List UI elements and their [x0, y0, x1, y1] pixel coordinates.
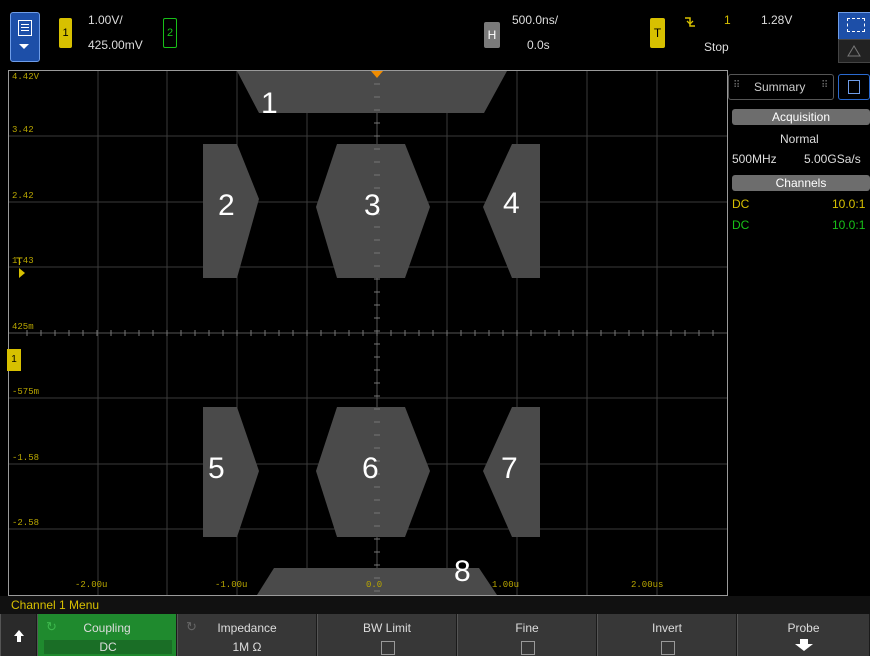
x-label: 2.00us	[631, 580, 664, 590]
info-panel: ⠿ Summary ⠿ Acquisition Normal 500MHz 5.…	[728, 70, 870, 594]
y-label: 4.42V	[12, 72, 40, 82]
trigger-level[interactable]: 1.28V	[761, 13, 792, 27]
horizontal-badge[interactable]: H	[484, 22, 500, 48]
zoom-box-icon	[847, 18, 865, 32]
softkey-impedance-value: 1M Ω	[232, 640, 262, 654]
trigger-badge[interactable]: T	[650, 18, 665, 48]
channel1-probe-ratio: 10.0:1	[832, 197, 866, 211]
drag-grip-icon: ⠿	[821, 80, 829, 91]
softkey-fine-label: Fine	[515, 621, 539, 635]
arrow-down-icon	[795, 639, 813, 651]
measure-delta-button[interactable]	[838, 39, 870, 63]
shape-label-8: 8	[454, 555, 471, 588]
trigger-level-arrow	[19, 268, 25, 278]
tab-menu[interactable]	[838, 74, 870, 100]
softkey-invert-label: Invert	[651, 621, 682, 635]
channel1-ground-marker[interactable]: 1	[7, 349, 21, 371]
waveform-display[interactable]: 1 2 3 4 5 6 7 8 4.42V 3.42 2.42 1.43 425…	[8, 70, 728, 596]
chevron-down-icon	[19, 44, 29, 49]
acquisition-header: Acquisition	[732, 109, 870, 125]
delta-icon	[847, 45, 861, 57]
arrow-up-icon	[14, 630, 24, 642]
shape-label-4: 4	[503, 187, 520, 220]
x-label: 0.0	[366, 580, 383, 590]
trigger-source[interactable]: 1	[724, 13, 731, 27]
x-label: -1.00u	[215, 580, 248, 590]
acquisition-sample-rate: 5.00GSa/s	[804, 152, 861, 166]
fine-checkbox[interactable]	[521, 641, 535, 655]
channel1-badge[interactable]: 1	[59, 18, 72, 48]
tab-summary-label: Summary	[754, 80, 806, 94]
bw-limit-checkbox[interactable]	[381, 641, 395, 655]
softkey-coupling[interactable]: ↻ Coupling DC	[37, 614, 177, 656]
y-label: -575m	[12, 387, 40, 397]
top-status-bar: 1 1.00V/ 425.00mV 2 H 500.0ns/ 0.0s T 1 …	[0, 0, 870, 68]
y-label: 425m	[12, 322, 34, 332]
time-delay[interactable]: 0.0s	[527, 38, 550, 52]
channel1-coupling: DC	[732, 197, 750, 211]
softkey-invert[interactable]: Invert	[597, 614, 737, 656]
softkey-bw-limit[interactable]: BW Limit	[317, 614, 457, 656]
acquisition-mode: Normal	[780, 132, 819, 146]
trigger-level-marker[interactable]: T	[16, 256, 23, 268]
y-label: -2.58	[12, 518, 40, 528]
trigger-position-marker[interactable]	[371, 71, 383, 78]
softkey-impedance[interactable]: ↻ Impedance 1M Ω	[177, 614, 317, 656]
x-label: 1.00u	[492, 580, 520, 590]
softkey-probe[interactable]: Probe	[737, 614, 870, 656]
falling-edge-icon	[685, 17, 695, 27]
channel2-probe-ratio: 10.0:1	[832, 218, 866, 232]
channel2-coupling: DC	[732, 218, 750, 232]
y-label: 2.42	[12, 191, 34, 201]
shape-label-6: 6	[362, 452, 379, 485]
channels-header: Channels	[732, 175, 870, 191]
invert-checkbox[interactable]	[661, 641, 675, 655]
shape-label-2: 2	[218, 189, 235, 222]
softkey-fine[interactable]: Fine	[457, 614, 597, 656]
softkey-coupling-label: Coupling	[83, 621, 131, 635]
tab-summary[interactable]: ⠿ Summary ⠿	[728, 74, 834, 100]
shape-label-5: 5	[208, 452, 225, 485]
softkey-bw-limit-label: BW Limit	[363, 621, 411, 635]
y-label: -1.58	[12, 453, 40, 463]
channel2-badge[interactable]: 2	[163, 18, 177, 48]
menu-back-button[interactable]	[0, 614, 37, 656]
axis-ticks	[26, 83, 714, 592]
run-state: Stop	[704, 40, 729, 54]
x-label: -2.00u	[75, 580, 108, 590]
shape-label-1: 1	[261, 87, 278, 120]
channel1-offset[interactable]: 425.00mV	[88, 38, 143, 52]
acquisition-bandwidth: 500MHz	[732, 152, 777, 166]
menu-icon	[18, 20, 32, 36]
menu-title: Channel 1 Menu	[0, 596, 870, 614]
zoom-box-button[interactable]	[838, 12, 870, 40]
shape-label-7: 7	[501, 452, 518, 485]
shape-label-3: 3	[364, 189, 381, 222]
document-icon	[848, 80, 860, 94]
time-scale[interactable]: 500.0ns/	[512, 13, 558, 27]
softkey-coupling-value: DC	[44, 640, 172, 654]
softkey-probe-label: Probe	[787, 621, 820, 635]
softkey-impedance-label: Impedance	[217, 621, 277, 635]
y-label: 3.42	[12, 125, 34, 135]
channel1-scale[interactable]: 1.00V/	[88, 13, 123, 27]
drag-grip-icon: ⠿	[733, 80, 741, 91]
main-menu-button[interactable]	[10, 12, 40, 62]
